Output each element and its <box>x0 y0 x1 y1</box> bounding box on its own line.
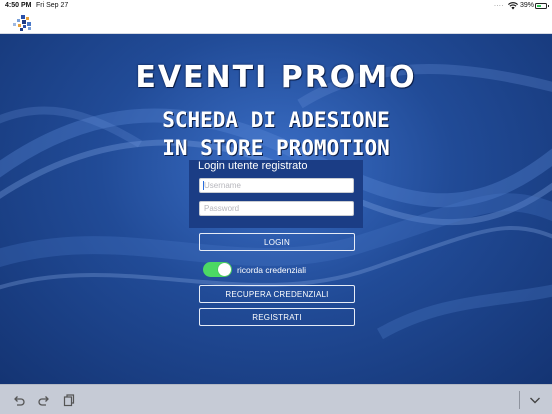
status-bar: 4:50 PM Fri Sep 27 .... 39% <box>0 0 552 12</box>
app-logo-icon <box>13 15 31 31</box>
subtitle-line-1: SCHEDA DI ADESIONE <box>162 108 390 132</box>
redo-icon[interactable] <box>37 393 51 407</box>
keyboard-shortcut-bar <box>0 384 552 414</box>
battery-icon <box>535 3 549 9</box>
toggle-knob <box>218 263 231 276</box>
status-time: 4:50 PM <box>5 2 32 9</box>
register-button[interactable]: REGISTRATI <box>199 308 355 326</box>
chevron-down-icon[interactable] <box>528 393 542 407</box>
multitasking-dots: .... <box>494 1 504 8</box>
text-cursor <box>203 181 204 190</box>
app-title: EVENTI PROMO <box>135 60 417 95</box>
login-screen-background: EVENTI PROMO SCHEDA DI ADESIONE IN STORE… <box>0 34 552 384</box>
password-input[interactable] <box>199 201 354 216</box>
subtitle-line-2: IN STORE PROMOTION <box>162 136 390 160</box>
username-input[interactable] <box>199 178 354 193</box>
toolbar-divider <box>519 391 520 409</box>
recover-credentials-button[interactable]: RECUPERA CREDENZIALI <box>199 285 355 303</box>
battery-percent: 39% <box>520 2 535 9</box>
remember-credentials-label: ricorda credenziali <box>237 265 306 275</box>
paste-icon[interactable] <box>62 393 76 407</box>
status-date: Fri Sep 27 <box>36 2 69 9</box>
login-heading: Login utente registrato <box>198 160 308 172</box>
undo-icon[interactable] <box>12 393 26 407</box>
wifi-icon <box>508 2 518 10</box>
app-header <box>0 12 552 34</box>
login-button[interactable]: LOGIN <box>199 233 355 251</box>
remember-credentials-toggle[interactable] <box>203 262 232 277</box>
